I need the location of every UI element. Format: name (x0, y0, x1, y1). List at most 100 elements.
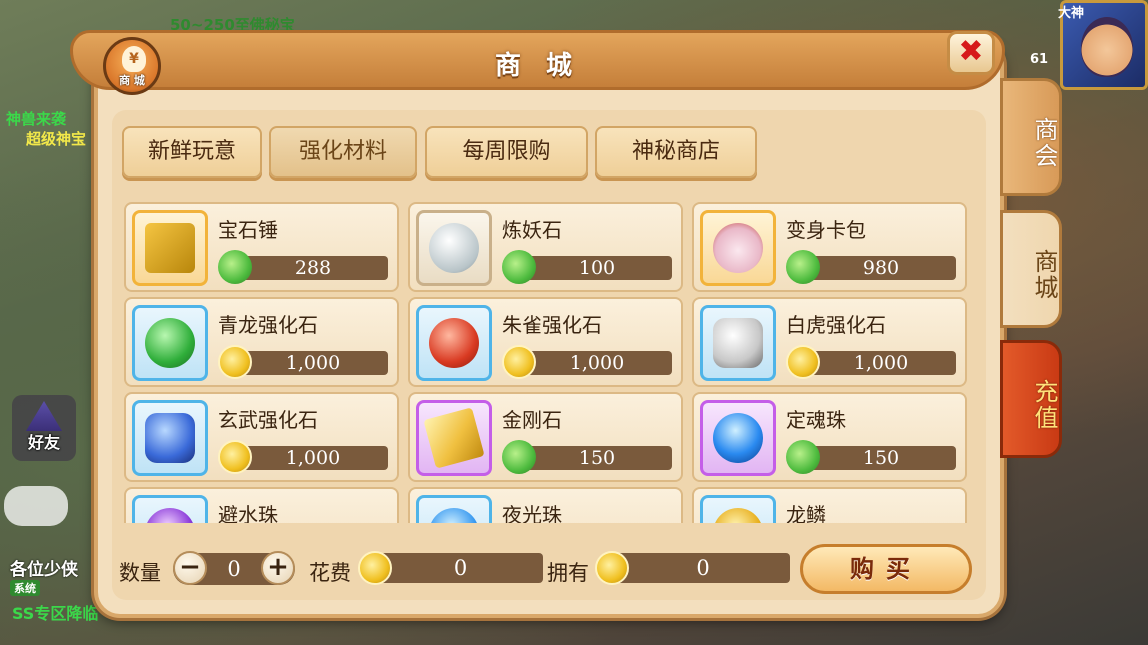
gold-coin-icon (218, 345, 252, 379)
item-name: 玄武强化石 (218, 408, 318, 432)
item-card[interactable]: 宝石锤 288 (124, 202, 399, 292)
item-price: 980 (806, 256, 956, 280)
tab-weekly-limited[interactable]: 每周限购 (425, 126, 588, 178)
item-name: 龙鳞 (786, 503, 826, 523)
card-pack-icon (713, 223, 763, 273)
item-name: 避水珠 (218, 503, 278, 523)
tab-shop[interactable]: 商城 (1000, 210, 1062, 328)
owned-value: 0 (616, 553, 790, 583)
title-bar: 商 城 (70, 30, 1005, 90)
item-name: 夜光珠 (502, 503, 562, 523)
item-name: 炼妖石 (502, 218, 562, 242)
water-orb-icon (145, 508, 195, 523)
dragon-scale-icon (713, 508, 763, 523)
item-icon-frame (700, 400, 776, 476)
gold-coin-icon (502, 345, 536, 379)
tiger-stone-icon (713, 318, 763, 368)
gold-coin-icon (786, 345, 820, 379)
item-name: 朱雀强化石 (502, 313, 602, 337)
item-name: 金刚石 (502, 408, 562, 432)
item-card[interactable]: 金刚石 150 (408, 392, 683, 482)
item-card[interactable]: 定魂珠 150 (692, 392, 967, 482)
player-level: 61 (1030, 52, 1049, 67)
phoenix-stone-icon (429, 318, 479, 368)
item-card[interactable]: 龙鳞 (692, 487, 967, 523)
player-name: 大神 (1058, 6, 1085, 21)
chat-system-tag: 系统 (10, 580, 40, 596)
increase-button[interactable]: + (261, 551, 295, 585)
item-card[interactable]: 变身卡包 980 (692, 202, 967, 292)
item-price: 100 (522, 256, 672, 280)
bg-event-text-2: 超级神宝 (26, 130, 87, 148)
item-icon-frame (416, 305, 492, 381)
item-icon-frame (132, 210, 208, 286)
shop-emblem-label: 商 城 (119, 74, 145, 87)
tab-enhance-materials[interactable]: 强化材料 (269, 126, 417, 178)
item-grid[interactable]: 宝石锤 288 炼妖石 100 变身卡包 980 青龙强化石 1,000 朱雀强… (122, 200, 970, 523)
friend-label: 好友 (27, 433, 60, 452)
diamond-stone-icon (423, 407, 485, 469)
refining-stone-icon (429, 223, 479, 273)
page-title: 商 城 (494, 51, 581, 81)
chat-line-1: 各位少侠 (10, 560, 78, 580)
jade-icon (218, 250, 252, 284)
owned-label: 拥有 (547, 561, 589, 585)
tab-novelties[interactable]: 新鲜玩意 (122, 126, 262, 178)
item-icon-frame (132, 305, 208, 381)
item-card[interactable]: 炼妖石 100 (408, 202, 683, 292)
jade-icon (786, 440, 820, 474)
bg-event-text: 神兽来袭 (6, 110, 67, 128)
jade-icon (786, 250, 820, 284)
item-card[interactable]: 朱雀强化石 1,000 (408, 297, 683, 387)
jade-icon (502, 250, 536, 284)
money-bag-icon: ¥ (122, 46, 146, 72)
jade-icon (502, 440, 536, 474)
player-portrait-icon (1081, 17, 1133, 77)
item-icon-frame (416, 400, 492, 476)
item-price: 1,000 (238, 446, 388, 470)
item-icon-frame (132, 495, 208, 523)
item-icon-frame (132, 400, 208, 476)
buy-button[interactable]: 购买 (800, 544, 972, 594)
item-card[interactable]: 夜光珠 (408, 487, 683, 523)
friend-hat-icon (26, 401, 62, 431)
item-price: 288 (238, 256, 388, 280)
item-price: 150 (806, 446, 956, 470)
item-icon-frame (700, 210, 776, 286)
chat-line-2: SS专区降临 (12, 604, 99, 623)
item-price: 1,000 (238, 351, 388, 375)
item-card[interactable]: 玄武强化石 1,000 (124, 392, 399, 482)
item-icon-frame (416, 210, 492, 286)
item-price: 1,000 (806, 351, 956, 375)
gem-hammer-icon (145, 223, 195, 273)
chat-bubble-icon[interactable] (4, 486, 68, 526)
turtle-stone-icon (145, 413, 195, 463)
item-name: 青龙强化石 (218, 313, 318, 337)
tab-recharge[interactable]: 充值 (1000, 340, 1062, 458)
friend-button[interactable]: 好友 (12, 395, 76, 461)
item-name: 变身卡包 (786, 218, 866, 242)
tab-mystery-shop[interactable]: 神秘商店 (595, 126, 757, 178)
shop-emblem-icon: ¥ 商 城 (103, 37, 161, 95)
gold-coin-icon (595, 551, 629, 585)
dragon-stone-icon (145, 318, 195, 368)
cost-value: 0 (378, 553, 543, 583)
item-card[interactable]: 避水珠 (124, 487, 399, 523)
item-card[interactable]: 白虎强化石 1,000 (692, 297, 967, 387)
item-name: 白虎强化石 (786, 313, 886, 337)
decrease-button[interactable]: − (173, 551, 207, 585)
item-card[interactable]: 青龙强化石 1,000 (124, 297, 399, 387)
item-icon-frame (700, 495, 776, 523)
gold-coin-icon (358, 551, 392, 585)
item-icon-frame (416, 495, 492, 523)
close-button[interactable]: ✖ (947, 31, 995, 75)
item-name: 宝石锤 (218, 218, 278, 242)
tab-guild[interactable]: 商会 (1000, 78, 1062, 196)
item-price: 1,000 (522, 351, 672, 375)
item-price: 150 (522, 446, 672, 470)
quantity-label: 数量 (119, 561, 161, 585)
gold-coin-icon (218, 440, 252, 474)
item-name: 定魂珠 (786, 408, 846, 432)
item-icon-frame (700, 305, 776, 381)
soul-orb-icon (713, 413, 763, 463)
